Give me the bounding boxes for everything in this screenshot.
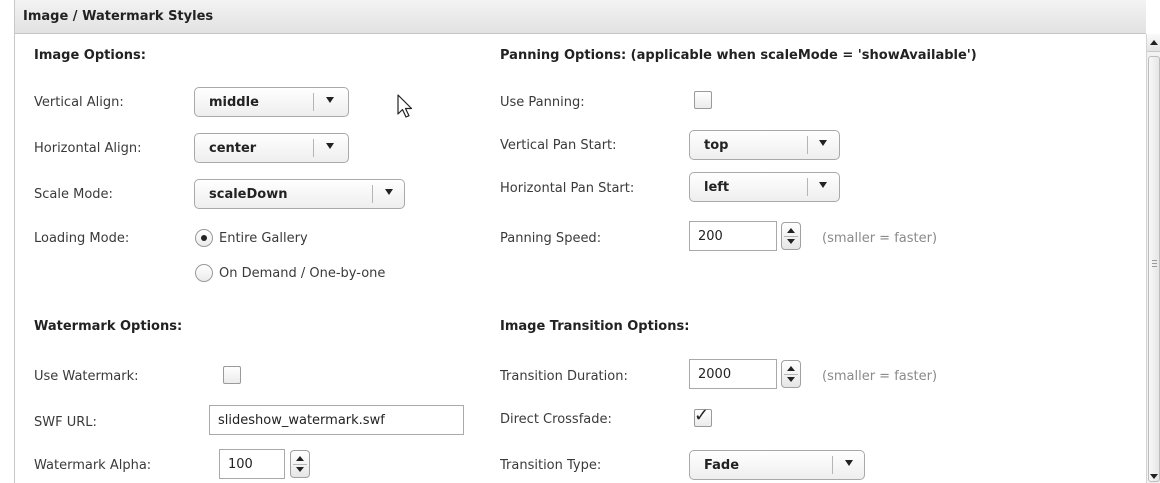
- horizontal-align-select[interactable]: center: [194, 133, 349, 163]
- vertical-align-label: Vertical Align:: [34, 95, 124, 110]
- chevron-down-icon: [385, 189, 393, 195]
- panel-title-bar: Image / Watermark Styles: [15, 0, 1146, 34]
- scale-mode-value: scaleDown: [209, 187, 288, 202]
- vertical-align-value: middle: [209, 95, 259, 110]
- panning-speed-label: Panning Speed:: [500, 231, 602, 246]
- chevron-down-icon: [819, 182, 827, 188]
- transition-type-value: Fade: [704, 458, 740, 473]
- panning-speed-spinner[interactable]: [781, 222, 801, 250]
- image-transition-options-heading: Image Transition Options:: [500, 319, 690, 334]
- loading-mode-label: Loading Mode:: [34, 231, 130, 246]
- use-panning-label: Use Panning:: [500, 95, 585, 110]
- transition-duration-spinner[interactable]: [781, 360, 801, 388]
- loading-mode-entire-gallery-radio[interactable]: [195, 229, 213, 247]
- scroll-up-button[interactable]: [1147, 34, 1160, 52]
- chevron-down-icon: [326, 97, 334, 103]
- panning-speed-field[interactable]: [689, 221, 777, 251]
- checkmark-icon: ✓: [694, 405, 710, 426]
- vertical-align-select[interactable]: middle: [194, 87, 349, 117]
- panning-speed-hint: (smaller = faster): [822, 231, 938, 246]
- scale-mode-select[interactable]: scaleDown: [194, 179, 405, 209]
- scale-mode-label: Scale Mode:: [34, 187, 113, 202]
- panel-title: Image / Watermark Styles: [23, 9, 214, 24]
- spinner-down-icon[interactable]: [296, 467, 304, 472]
- scroll-down-button[interactable]: [1147, 471, 1160, 483]
- chevron-down-icon: [326, 143, 334, 149]
- spinner-up-icon[interactable]: [296, 456, 304, 461]
- chevron-down-icon: [819, 140, 827, 146]
- horizontal-pan-start-select[interactable]: left: [689, 172, 840, 202]
- vertical-scrollbar[interactable]: [1146, 34, 1160, 483]
- horizontal-pan-start-label: Horizontal Pan Start:: [500, 181, 635, 196]
- scroll-up-icon: [1150, 40, 1158, 45]
- watermark-alpha-spinner[interactable]: [290, 450, 310, 478]
- spinner-up-icon[interactable]: [787, 228, 795, 233]
- scroll-down-icon: [1150, 474, 1158, 479]
- vertical-pan-start-label: Vertical Pan Start:: [500, 138, 617, 153]
- scrollbar-thumb[interactable]: [1148, 56, 1160, 482]
- transition-duration-input[interactable]: [690, 360, 776, 388]
- transition-duration-label: Transition Duration:: [500, 369, 628, 384]
- swf-url-field[interactable]: [209, 405, 464, 435]
- watermark-alpha-input[interactable]: [220, 450, 284, 478]
- image-options-heading: Image Options:: [34, 48, 146, 63]
- transition-type-label: Transition Type:: [500, 458, 602, 473]
- direct-crossfade-checkbox[interactable]: ✓: [694, 405, 712, 427]
- chevron-down-icon: [845, 460, 853, 466]
- use-panning-checkbox[interactable]: [694, 91, 712, 109]
- loading-mode-entire-gallery-label[interactable]: Entire Gallery: [219, 231, 308, 246]
- radio-selected-dot: [201, 235, 207, 241]
- swf-url-input[interactable]: [210, 406, 463, 434]
- horizontal-align-label: Horizontal Align:: [34, 141, 142, 156]
- loading-mode-on-demand-label[interactable]: On Demand / One-by-one: [219, 266, 385, 281]
- scroll-grip-icon: [1152, 260, 1157, 268]
- transition-type-select[interactable]: Fade: [689, 450, 865, 480]
- loading-mode-on-demand-radio[interactable]: [195, 264, 213, 282]
- swf-url-label: SWF URL:: [34, 415, 97, 430]
- vertical-pan-start-value: top: [704, 138, 729, 153]
- watermark-options-heading: Watermark Options:: [34, 319, 183, 334]
- horizontal-pan-start-value: left: [704, 180, 730, 195]
- spinner-down-icon[interactable]: [787, 377, 795, 382]
- transition-duration-field[interactable]: [689, 359, 777, 389]
- mouse-pointer-icon: [397, 94, 413, 118]
- panning-options-heading: Panning Options: (applicable when scaleM…: [500, 48, 977, 63]
- direct-crossfade-label: Direct Crossfade:: [500, 412, 612, 427]
- vertical-pan-start-select[interactable]: top: [689, 130, 840, 160]
- watermark-alpha-label: Watermark Alpha:: [34, 458, 152, 473]
- horizontal-align-value: center: [209, 141, 257, 156]
- use-watermark-checkbox[interactable]: [223, 366, 241, 384]
- panning-speed-input[interactable]: [690, 222, 776, 250]
- use-watermark-label: Use Watermark:: [34, 369, 139, 384]
- spinner-down-icon[interactable]: [787, 239, 795, 244]
- transition-duration-hint: (smaller = faster): [822, 369, 938, 384]
- watermark-alpha-field[interactable]: [219, 449, 285, 479]
- spinner-up-icon[interactable]: [787, 366, 795, 371]
- settings-panel: Image / Watermark Styles Image Options: …: [14, 0, 1160, 483]
